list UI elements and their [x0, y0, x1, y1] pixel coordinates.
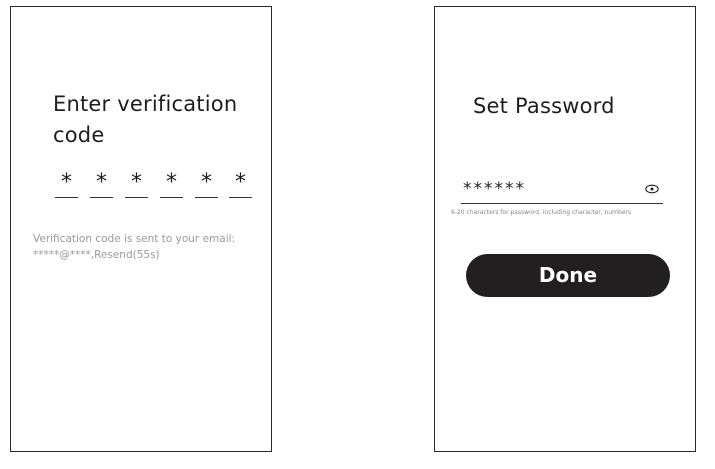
code-digit-2[interactable]: * [90, 167, 113, 198]
verification-title-line2: code [53, 123, 105, 147]
verification-code-input[interactable]: * * * * * * [55, 167, 253, 203]
verification-title-line1: Enter verification [53, 92, 238, 116]
set-password-title: Set Password [473, 94, 615, 118]
verification-hint-text: Verification code is sent to your email: [33, 233, 236, 245]
verification-hint: Verification code is sent to your email:… [33, 231, 273, 263]
password-value[interactable]: ****** [463, 175, 526, 203]
verification-screen: Enter verification code * * * * * * Veri… [10, 6, 272, 452]
code-digit-4[interactable]: * [160, 167, 183, 198]
verification-title: Enter verification code [53, 89, 263, 151]
resend-link[interactable]: *****@****,Resend(55s) [33, 247, 273, 263]
done-button[interactable]: Done [466, 254, 670, 297]
set-password-screen: Set Password ****** 6-20 characters for … [434, 6, 696, 452]
code-digit-3[interactable]: * [125, 167, 148, 198]
password-field[interactable]: ****** [461, 175, 663, 204]
eye-icon[interactable] [645, 184, 659, 194]
password-requirements-hint: 6-20 characters for password, including … [451, 209, 632, 216]
code-digit-1[interactable]: * [55, 167, 78, 198]
code-digit-5[interactable]: * [195, 167, 218, 198]
code-digit-6[interactable]: * [229, 167, 252, 198]
